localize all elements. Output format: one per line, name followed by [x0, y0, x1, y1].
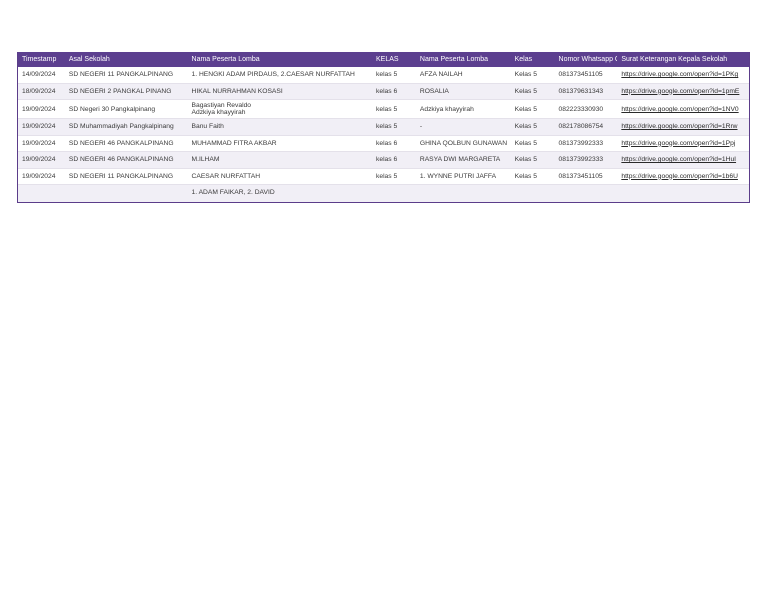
header-row: Timestamp Asal Sekolah Nama Peserta Lomb… — [18, 52, 749, 67]
cell-whatsapp[interactable]: 081373992333 — [555, 136, 618, 152]
cell-whatsapp[interactable]: 082223330930 — [555, 100, 618, 118]
cell-kelas-1[interactable]: kelas 5 — [372, 169, 416, 185]
cell-kelas-2[interactable]: Kelas 5 — [511, 67, 555, 83]
cell-timestamp[interactable]: 19/09/2024 — [18, 152, 65, 168]
cell-surat-keterangan[interactable]: https://drive.google.com/open?id=1NV0 — [617, 100, 749, 118]
cell-nama-peserta-2[interactable]: GHINA QOLBUN GUNAWAN — [416, 136, 511, 152]
cell-kelas-1[interactable]: kelas 6 — [372, 136, 416, 152]
cell-nama-peserta-1[interactable]: Bagastiyan Revaldo Adzkiya khayyirah — [188, 100, 372, 118]
surat-link[interactable]: https://drive.google.com/open?id=1b6U — [621, 173, 738, 180]
surat-link[interactable]: https://drive.google.com/open?id=1pmE — [621, 88, 739, 95]
surat-link[interactable]: https://drive.google.com/open?id=1PKg — [621, 71, 738, 78]
table-row: 14/09/2024 SD NEGERI 11 PANGKALPINANG 1.… — [18, 67, 749, 84]
cell-asal-sekolah[interactable]: SD Muhammadiyah Pangkalpinang — [65, 119, 188, 135]
table-row: 18/09/2024 SD NEGERI 2 PANGKAL PINANG HI… — [18, 83, 749, 100]
cell-surat-keterangan[interactable]: https://drive.google.com/open?id=1b6U — [617, 169, 749, 185]
cell-asal-sekolah[interactable]: SD NEGERI 11 PANGKALPINANG — [65, 169, 188, 185]
cell-nama-peserta-2[interactable]: RASYA DWI MARGARETA — [416, 152, 511, 168]
table-row: 19/09/2024 SD Negeri 30 Pangkalpinang Ba… — [18, 100, 749, 119]
cell-whatsapp[interactable]: 082178086754 — [555, 119, 618, 135]
surat-link[interactable]: https://drive.google.com/open?id=1NV0 — [621, 106, 738, 113]
surat-link[interactable]: https://drive.google.com/open?id=1Rrw — [621, 123, 737, 130]
cell-surat-keterangan[interactable]: https://drive.google.com/open?id=1pmE — [617, 84, 749, 100]
cell-surat-keterangan[interactable] — [617, 185, 749, 202]
cell-kelas-2[interactable]: Kelas 5 — [511, 136, 555, 152]
table-row: 1. ADAM FAIKAR, 2. DAVID — [18, 185, 749, 202]
cell-nama-peserta-2[interactable]: - — [416, 119, 511, 135]
table-row: 19/09/2024 SD Muhammadiyah Pangkalpinang… — [18, 119, 749, 136]
cell-surat-keterangan[interactable]: https://drive.google.com/open?id=1Rrw — [617, 119, 749, 135]
cell-kelas-1[interactable]: kelas 5 — [372, 119, 416, 135]
cell-kelas-1[interactable]: kelas 6 — [372, 84, 416, 100]
surat-link[interactable]: https://drive.google.com/open?id=1Ppj — [621, 140, 735, 147]
cell-nama-peserta-1[interactable]: 1. HENGKI ADAM PIRDAUS, 2.CAESAR NURFATT… — [188, 67, 372, 83]
cell-nama-peserta-2[interactable]: AFZA NAILAH — [416, 67, 511, 83]
cell-asal-sekolah[interactable] — [65, 185, 188, 202]
header-nama-peserta-2[interactable]: Nama Peserta Lomba — [416, 52, 511, 67]
cell-whatsapp[interactable]: 081373451105 — [555, 67, 618, 83]
cell-timestamp[interactable]: 14/09/2024 — [18, 67, 65, 83]
cell-nama-peserta-2[interactable]: 1. WYNNE PUTRI JAFFA — [416, 169, 511, 185]
cell-asal-sekolah[interactable]: SD NEGERI 2 PANGKAL PINANG — [65, 84, 188, 100]
header-kelas-2[interactable]: Kelas — [511, 52, 555, 67]
cell-kelas-1[interactable]: kelas 6 — [372, 152, 416, 168]
table-row: 19/09/2024 SD NEGERI 46 PANGKALPINANG M.… — [18, 152, 749, 169]
cell-nama-peserta-1[interactable]: Banu Faith — [188, 119, 372, 135]
cell-nama-peserta-2[interactable]: ROSALIA — [416, 84, 511, 100]
cell-kelas-2[interactable]: Kelas 5 — [511, 119, 555, 135]
cell-surat-keterangan[interactable]: https://drive.google.com/open?id=1HuI — [617, 152, 749, 168]
cell-nama-peserta-1[interactable]: MUHAMMAD FITRA AKBAR — [188, 136, 372, 152]
peserta-line: Bagastiyan Revaldo — [191, 102, 252, 109]
header-surat-keterangan[interactable]: Surat Keterangan Kepala Sekolah — [617, 52, 749, 67]
cell-nama-peserta-1[interactable]: 1. ADAM FAIKAR, 2. DAVID — [188, 185, 372, 202]
cell-nama-peserta-2[interactable] — [416, 185, 511, 202]
cell-surat-keterangan[interactable]: https://drive.google.com/open?id=1Ppj — [617, 136, 749, 152]
cell-nama-peserta-2[interactable]: Adzkiya khayyirah — [416, 100, 511, 118]
cell-timestamp[interactable]: 18/09/2024 — [18, 84, 65, 100]
cell-kelas-1[interactable]: kelas 5 — [372, 67, 416, 83]
cell-asal-sekolah[interactable]: SD Negeri 30 Pangkalpinang — [65, 100, 188, 118]
cell-kelas-2[interactable]: Kelas 5 — [511, 152, 555, 168]
cell-nama-peserta-1[interactable]: HIKAL NURRAHMAN KOSASI — [188, 84, 372, 100]
table-row: 19/09/2024 SD NEGERI 46 PANGKALPINANG MU… — [18, 136, 749, 152]
cell-timestamp[interactable]: 19/09/2024 — [18, 100, 65, 118]
header-timestamp[interactable]: Timestamp — [18, 52, 65, 67]
table-row: 19/09/2024 SD NEGERI 11 PANGKALPINANG CA… — [18, 169, 749, 185]
cell-timestamp[interactable]: 19/09/2024 — [18, 169, 65, 185]
header-kelas-1[interactable]: KELAS — [372, 52, 416, 67]
cell-kelas-2[interactable]: Kelas 5 — [511, 84, 555, 100]
cell-surat-keterangan[interactable]: https://drive.google.com/open?id=1PKg — [617, 67, 749, 83]
cell-whatsapp[interactable] — [555, 185, 618, 202]
peserta-line: Adzkiya khayyirah — [191, 109, 246, 117]
header-nama-peserta-1[interactable]: Nama Peserta Lomba — [188, 52, 372, 67]
cell-whatsapp[interactable]: 081373992333 — [555, 152, 618, 168]
cell-asal-sekolah[interactable]: SD NEGERI 46 PANGKALPINANG — [65, 152, 188, 168]
surat-link[interactable]: https://drive.google.com/open?id=1HuI — [621, 156, 736, 163]
cell-timestamp[interactable]: 19/09/2024 — [18, 136, 65, 152]
header-whatsapp[interactable]: Nomor Whatsapp Orang Tua — [555, 52, 618, 67]
cell-asal-sekolah[interactable]: SD NEGERI 11 PANGKALPINANG — [65, 67, 188, 83]
cell-timestamp[interactable] — [18, 185, 65, 202]
cell-kelas-2[interactable]: Kelas 5 — [511, 100, 555, 118]
cell-asal-sekolah[interactable]: SD NEGERI 46 PANGKALPINANG — [65, 136, 188, 152]
cell-kelas-2[interactable] — [511, 185, 555, 202]
cell-whatsapp[interactable]: 081373451105 — [555, 169, 618, 185]
cell-nama-peserta-1[interactable]: CAESAR NURFATTAH — [188, 169, 372, 185]
header-asal-sekolah[interactable]: Asal Sekolah — [65, 52, 188, 67]
cell-kelas-2[interactable]: Kelas 5 — [511, 169, 555, 185]
cell-kelas-1[interactable] — [372, 185, 416, 202]
cell-kelas-1[interactable]: kelas 5 — [372, 100, 416, 118]
cell-nama-peserta-1[interactable]: M.ILHAM — [188, 152, 372, 168]
cell-whatsapp[interactable]: 081379631343 — [555, 84, 618, 100]
spreadsheet-table: Timestamp Asal Sekolah Nama Peserta Lomb… — [17, 52, 750, 203]
cell-timestamp[interactable]: 19/09/2024 — [18, 119, 65, 135]
